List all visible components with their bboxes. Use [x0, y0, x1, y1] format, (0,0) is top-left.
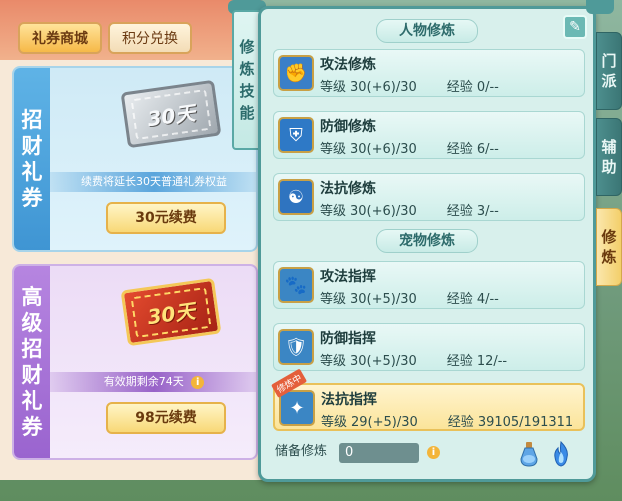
row-name: 攻法指挥 [320, 269, 376, 285]
row-stats: 等级 30(+5)/30 经验 4/-- [320, 288, 503, 307]
side-char: 财 [21, 134, 43, 158]
panel-top-decor [586, 0, 614, 14]
side-char: 券 [21, 415, 43, 439]
tab-char: 修 [239, 38, 255, 56]
tab-char: 技 [239, 82, 255, 100]
info-icon[interactable]: i [191, 376, 205, 389]
validity-note: 有效期剩余74天 i [50, 372, 256, 392]
exp-label: 经验 [447, 415, 474, 430]
tab-char: 修 [601, 228, 617, 246]
coupon-card-basic: 招 财 礼 券 30天 续费将延长30天普通礼券权益 30元续费 [12, 66, 258, 252]
exp-value: 6/-- [476, 142, 499, 157]
validity-text: 有效期剩余74天 [103, 375, 184, 388]
coupon-card-premium: 高 级 招 财 礼 券 30天 有效期剩余74天 i 98元续费 [12, 264, 258, 460]
side-char: 招 [21, 108, 43, 132]
side-char: 券 [21, 186, 43, 210]
side-char: 礼 [21, 389, 43, 413]
ticket-text: 30天 [130, 88, 212, 140]
row-stats: 等级 30(+5)/30 经验 12/-- [320, 350, 511, 369]
side-char: 礼 [21, 160, 43, 184]
level-label: 等级 [320, 142, 347, 157]
exp-label: 经验 [446, 292, 473, 307]
exp-value: 3/-- [476, 204, 499, 219]
row-stats: 等级 30(+6)/30 经验 0/-- [320, 76, 503, 95]
fist-icon: ✊ [278, 55, 314, 91]
level-label: 等级 [320, 80, 347, 95]
level-value: 30(+5)/30 [350, 354, 417, 369]
cultivation-row-attack[interactable]: ✊ 攻法修炼 等级 30(+6)/30 经验 0/-- [273, 49, 585, 97]
paw-icon: 🐾 [278, 267, 314, 303]
ticket-text: 30天 [130, 286, 212, 338]
exp-value: 0/-- [476, 80, 499, 95]
row-stats: 等级 30(+6)/30 经验 6/-- [320, 138, 503, 157]
side-char: 招 [21, 337, 43, 361]
cultivation-row-resist[interactable]: ☯ 法抗修炼 等级 30(+6)/30 经验 3/-- [273, 173, 585, 221]
tab-coupon-mall[interactable]: 礼券商城 [18, 22, 102, 54]
level-value: 29(+5)/30 [351, 415, 418, 430]
level-label: 等级 [321, 415, 348, 430]
side-char: 级 [21, 311, 43, 335]
section-label: 人物修炼 [376, 19, 478, 43]
tab-sect[interactable]: 门 派 [596, 32, 622, 110]
exp-label: 经验 [446, 204, 473, 219]
reserve-label: 储备修炼 [275, 444, 328, 459]
potion-icon[interactable] [517, 441, 541, 467]
paw-shield-icon: 🛡 [278, 329, 314, 365]
pet-row-resist[interactable]: ✦ 修炼中 法抗指挥 等级 29(+5)/30 经验 39105/191311 [271, 368, 585, 431]
level-value: 30(+6)/30 [350, 80, 417, 95]
info-icon[interactable]: i [427, 446, 440, 459]
card-side-title: 招 财 礼 券 [14, 68, 50, 250]
tab-char: 派 [601, 72, 617, 90]
flame-icon[interactable] [549, 441, 573, 467]
paw-magic-icon: ✦ [279, 390, 315, 426]
shop-panel: 礼券商城 积分兑换 招 财 礼 券 30天 续费将延长30天普通礼券权益 30元… [0, 0, 262, 480]
silver-ticket-image: 30天 [120, 79, 222, 149]
exp-value: 4/-- [476, 292, 499, 307]
side-char: 高 [21, 285, 43, 309]
row-name: 法抗修炼 [320, 181, 376, 197]
gold-ticket-image: 30天 [120, 277, 222, 347]
level-label: 等级 [320, 292, 347, 307]
tab-char: 门 [601, 52, 617, 70]
renew-98-button[interactable]: 98元续费 [106, 402, 226, 434]
level-label: 等级 [320, 354, 347, 369]
tab-char: 能 [239, 104, 255, 122]
section-label: 宠物修炼 [376, 229, 478, 253]
level-label: 等级 [320, 204, 347, 219]
row-stats: 等级 30(+6)/30 经验 3/-- [320, 200, 503, 219]
level-value: 30(+5)/30 [350, 292, 417, 307]
section-person-title: 人物修炼 [269, 19, 585, 43]
exp-value: 12/-- [476, 354, 508, 369]
cultivation-row-defense[interactable]: ⛨ 防御修炼 等级 30(+6)/30 经验 6/-- [273, 111, 585, 159]
exp-value: 39105/191311 [477, 415, 574, 430]
tab-cultivation[interactable]: 修 炼 [596, 208, 622, 286]
tab-char: 炼 [601, 248, 617, 266]
reserve-value-field: 0 [339, 443, 419, 463]
shield-icon: ⛨ [278, 117, 314, 153]
exp-label: 经验 [446, 354, 473, 369]
level-value: 30(+6)/30 [350, 142, 417, 157]
exp-label: 经验 [446, 142, 473, 157]
cultivation-panel: ✎ 人物修炼 ✊ 攻法修炼 等级 30(+6)/30 经验 0/-- ⛨ 防御修炼 等… [258, 6, 596, 482]
card-side-title: 高 级 招 财 礼 券 [14, 266, 50, 458]
side-char: 财 [21, 363, 43, 387]
tab-points-exchange[interactable]: 积分兑换 [108, 22, 192, 54]
pet-row-defense[interactable]: 🛡 防御指挥 等级 30(+5)/30 经验 12/-- [273, 323, 585, 371]
exp-label: 经验 [446, 80, 473, 95]
tab-char: 炼 [239, 60, 255, 78]
section-pet-title: 宠物修炼 [269, 229, 585, 253]
row-stats: 等级 29(+5)/30 经验 39105/191311 [321, 411, 577, 430]
row-name: 攻法修炼 [320, 57, 376, 73]
renew-30-button[interactable]: 30元续费 [106, 202, 226, 234]
row-name: 法抗指挥 [321, 392, 377, 408]
tab-char: 助 [601, 158, 617, 176]
row-name: 防御修炼 [320, 119, 376, 135]
level-value: 30(+6)/30 [350, 204, 417, 219]
tab-assist[interactable]: 辅 助 [596, 118, 622, 196]
pet-row-attack[interactable]: 🐾 攻法指挥 等级 30(+5)/30 经验 4/-- [273, 261, 585, 309]
tab-char: 辅 [601, 138, 617, 156]
yinyang-icon: ☯ [278, 179, 314, 215]
renew-note: 续费将延长30天普通礼券权益 [50, 172, 256, 192]
row-name: 防御指挥 [320, 331, 376, 347]
